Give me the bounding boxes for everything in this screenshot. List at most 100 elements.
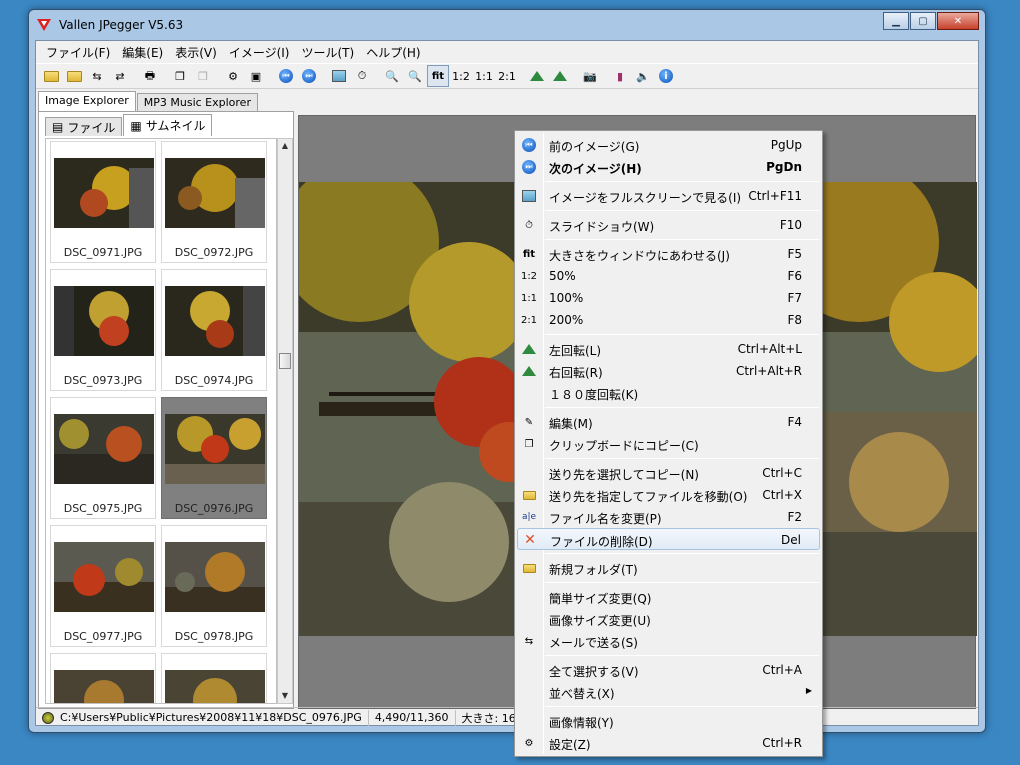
fullscreen-icon xyxy=(521,188,537,204)
rename-icon: a|e xyxy=(521,512,537,522)
thumbnail-caption: DSC_0978.JPG xyxy=(174,630,254,643)
context-menu: ⏮ 前のイメージ(G) PgUp ⏭ 次のイメージ(H) PgDn イメージをフ… xyxy=(514,130,823,757)
ctx-fit-window[interactable]: fit 大きさをウィンドウにあわせる(J) F5 xyxy=(517,243,820,265)
ctx-label: 前のイメージ(G) xyxy=(549,140,640,154)
next-image-button[interactable]: ⏭ xyxy=(298,65,320,87)
thumbnail-item[interactable]: DSC_0977.JPG xyxy=(50,525,156,647)
zoom-100-button[interactable]: 1:1 xyxy=(473,65,495,87)
zoom-in-button[interactable]: 🔍 xyxy=(381,65,403,87)
scroll-up-icon[interactable]: ▲ xyxy=(278,139,292,153)
ctx-move-to[interactable]: 送り先を指定してファイルを移動(O) Ctrl+X xyxy=(517,484,820,506)
ctx-delete[interactable]: ✕ ファイルの削除(D) Del xyxy=(517,528,820,550)
slideshow-film-button[interactable]: ▣ xyxy=(245,65,267,87)
thumbnail-item[interactable]: DSC_0971.JPG xyxy=(50,141,156,263)
ctx-label: 編集(M) xyxy=(549,417,593,431)
tab-mp3-explorer[interactable]: MP3 Music Explorer xyxy=(136,93,258,111)
close-button[interactable]: ✕ xyxy=(937,12,979,30)
rotate-right-button[interactable] xyxy=(549,65,571,87)
print-button[interactable]: 🖶 xyxy=(139,65,161,87)
tab-thumbnail[interactable]: ▦ サムネイル xyxy=(123,114,213,136)
thumbnail-image xyxy=(165,414,265,484)
menu-file[interactable]: ファイル(F) xyxy=(40,44,116,61)
menu-image[interactable]: イメージ(I) xyxy=(223,44,296,61)
ctx-quick-resize[interactable]: 簡単サイズ変更(Q) xyxy=(517,586,820,608)
ctx-resize-image[interactable]: 画像サイズ変更(U) xyxy=(517,608,820,630)
sound-button[interactable]: 🔈 xyxy=(632,65,654,87)
thumbnail-image xyxy=(165,286,265,356)
ctx-label: スライドショウ(W) xyxy=(549,220,655,234)
menu-help[interactable]: ヘルプ(H) xyxy=(360,44,426,61)
copy-icon: ❐ xyxy=(524,438,534,450)
rotate-left-icon xyxy=(521,341,537,357)
scroll-down-icon[interactable]: ▼ xyxy=(278,689,292,703)
thumbnail-item[interactable] xyxy=(50,653,156,703)
menu-edit[interactable]: 編集(E) xyxy=(116,44,169,61)
ctx-select-all[interactable]: 全て選択する(V) Ctrl+A xyxy=(517,659,820,681)
ctx-slideshow[interactable]: ⏱ スライドショウ(W) F10 xyxy=(517,214,820,236)
ctx-next-image[interactable]: ⏭ 次のイメージ(H) PgDn xyxy=(517,156,820,178)
menu-tools[interactable]: ツール(T) xyxy=(295,44,360,61)
open-button[interactable] xyxy=(40,65,62,87)
paste-button[interactable]: ❐ xyxy=(192,65,214,87)
thumbnail-item-selected[interactable]: DSC_0976.JPG xyxy=(161,397,267,519)
minimize-button[interactable]: ▁ xyxy=(883,12,909,30)
fullscreen-button[interactable] xyxy=(328,65,350,87)
rotate-left-button[interactable] xyxy=(526,65,548,87)
menu-view[interactable]: 表示(V) xyxy=(169,44,223,61)
ctx-rename[interactable]: a|e ファイル名を変更(P) F2 xyxy=(517,506,820,528)
scroll-thumb[interactable] xyxy=(279,353,291,369)
tab-thumbnail-label: サムネイル xyxy=(145,119,206,133)
maximize-button[interactable]: ▢ xyxy=(910,12,936,30)
ctx-copy-to[interactable]: 送り先を選択してコピー(N) Ctrl+C xyxy=(517,462,820,484)
thumbnail-item[interactable]: DSC_0978.JPG xyxy=(161,525,267,647)
ctx-fullscreen[interactable]: イメージをフルスクリーンで見る(I) Ctrl+F11 xyxy=(517,185,820,207)
thumbnail-item[interactable]: DSC_0974.JPG xyxy=(161,269,267,391)
browse-button[interactable] xyxy=(63,65,85,87)
ctx-copy-clipboard[interactable]: ❐ クリップボードにコピー(C) xyxy=(517,433,820,455)
zoom-200-button[interactable]: 2:1 xyxy=(496,65,518,87)
move-to-button[interactable]: ⇄ xyxy=(109,65,131,87)
ctx-rotate-left[interactable]: 左回転(L) Ctrl+Alt+L xyxy=(517,338,820,360)
thumbnail-item[interactable]: DSC_0973.JPG xyxy=(50,269,156,391)
ctx-new-folder[interactable]: 新規フォルダ(T) xyxy=(517,557,820,579)
book-button[interactable]: ▮ xyxy=(609,65,631,87)
ctx-rotate-right[interactable]: 右回転(R) Ctrl+Alt+R xyxy=(517,360,820,382)
zoom-50-button[interactable]: 1:2 xyxy=(450,65,472,87)
ctx-sort[interactable]: 並べ替え(X) ▶ xyxy=(517,681,820,703)
ctx-label: ファイルの削除(D) xyxy=(550,535,653,549)
ctx-zoom-50[interactable]: 1:2 50% F6 xyxy=(517,265,820,287)
ctx-label: 100% xyxy=(549,291,584,305)
ctx-settings[interactable]: ⚙ 設定(Z) Ctrl+R xyxy=(517,732,820,754)
zoom-out-button[interactable]: 🔍 xyxy=(404,65,426,87)
mail-send-icon: ⇆ xyxy=(524,635,534,647)
explorer-tabs: Image Explorer MP3 Music Explorer xyxy=(38,91,259,111)
ctx-send-mail[interactable]: ⇆ メールで送る(S) xyxy=(517,630,820,652)
copy-button[interactable]: ❐ xyxy=(169,65,191,87)
ctx-zoom-200[interactable]: 2:1 200% F8 xyxy=(517,309,820,331)
printer-icon: 🖶 xyxy=(144,68,156,82)
tab-image-explorer[interactable]: Image Explorer xyxy=(38,91,136,111)
ctx-rotate-180[interactable]: １８０度回転(K) xyxy=(517,382,820,404)
slideshow-button[interactable]: ⏱ xyxy=(351,65,373,87)
title-bar[interactable]: Vallen JPegger V5.63 ▁ ▢ ✕ xyxy=(29,10,985,40)
zoom-in-icon: 🔍 xyxy=(385,69,399,83)
thumbnail-scrollbar[interactable]: ▲ ▼ xyxy=(277,138,293,704)
client-area: ファイル(F) 編集(E) 表示(V) イメージ(I) ツール(T) ヘルプ(H… xyxy=(35,40,979,726)
ctx-label: 画像サイズ変更(U) xyxy=(549,614,651,628)
minimize-icon: ▁ xyxy=(892,15,900,27)
copy-to-button[interactable]: ⇆ xyxy=(86,65,108,87)
fit-button[interactable]: fit xyxy=(427,65,449,87)
ctx-image-info[interactable]: 画像情報(Y) xyxy=(517,710,820,732)
thumbnail-item[interactable]: DSC_0972.JPG xyxy=(161,141,267,263)
info-button[interactable]: i xyxy=(655,65,677,87)
thumbnail-item[interactable]: DSC_0975.JPG xyxy=(50,397,156,519)
capture-button[interactable]: 📷 xyxy=(579,65,601,87)
ctx-edit[interactable]: ✎ 編集(M) F4 xyxy=(517,411,820,433)
thumbnail-caption: DSC_0976.JPG xyxy=(174,502,254,515)
ctx-zoom-100[interactable]: 1:1 100% F7 xyxy=(517,287,820,309)
ctx-prev-image[interactable]: ⏮ 前のイメージ(G) PgUp xyxy=(517,134,820,156)
settings-button[interactable]: ⚙ xyxy=(222,65,244,87)
thumbnail-item[interactable] xyxy=(161,653,267,703)
prev-image-button[interactable]: ⏮ xyxy=(275,65,297,87)
tab-file[interactable]: ▤ ファイル xyxy=(45,117,123,136)
